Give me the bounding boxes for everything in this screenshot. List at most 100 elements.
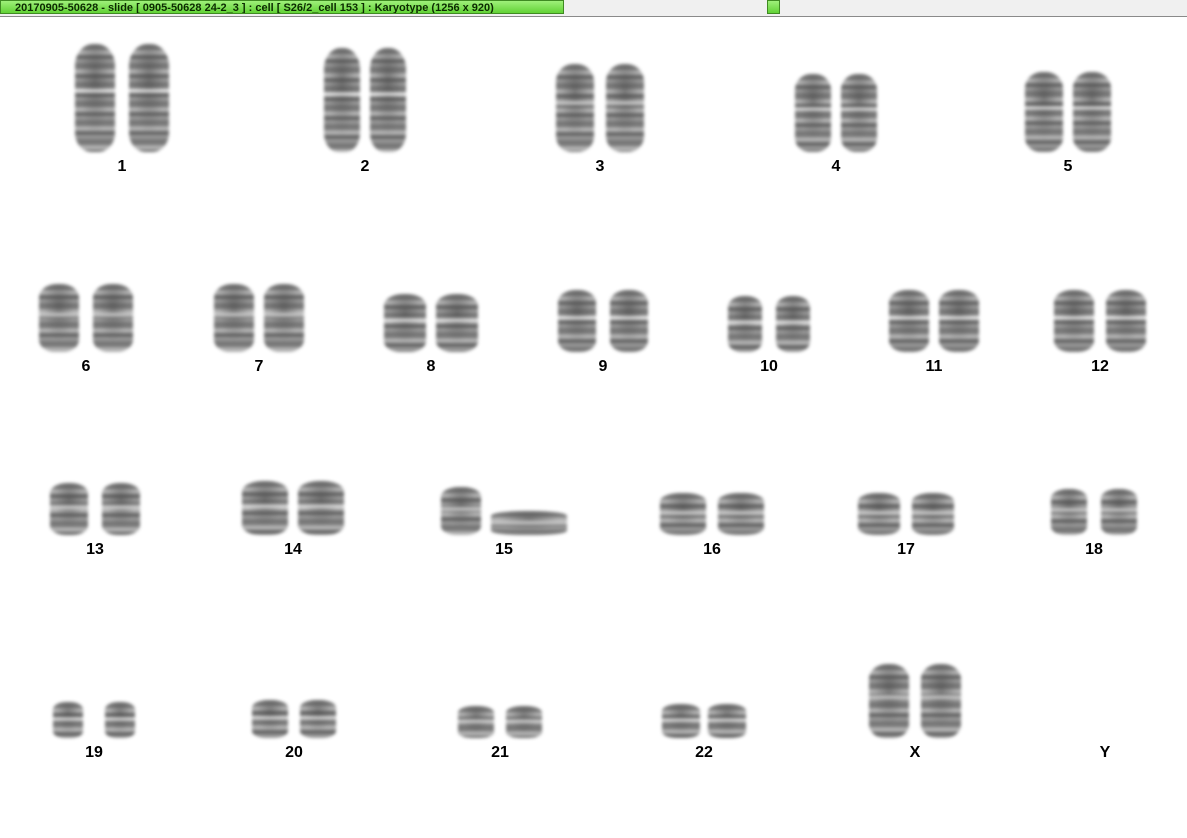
chromosome-image-13-2[interactable] bbox=[100, 483, 142, 535]
chromosome-pair bbox=[689, 294, 849, 352]
chromosome-image-12-1[interactable] bbox=[1052, 290, 1096, 352]
chromosome-image-18-2[interactable] bbox=[1099, 489, 1139, 535]
chromosome-label: 12 bbox=[1091, 358, 1109, 375]
chromosome-slot-x[interactable]: X bbox=[835, 662, 995, 770]
chromosome-image-21-1[interactable] bbox=[456, 706, 496, 738]
chromosome-image-16-2[interactable] bbox=[716, 493, 766, 535]
chromosome-image-5-1[interactable] bbox=[1023, 72, 1065, 152]
chromosome-slot-19[interactable]: 19 bbox=[14, 700, 174, 770]
chromosome-image-18-1[interactable] bbox=[1049, 489, 1089, 535]
chromosome-slot-22[interactable]: 22 bbox=[624, 702, 784, 770]
chromosome-image-22-2[interactable] bbox=[706, 704, 748, 738]
chromosome-slot-21[interactable]: 21 bbox=[420, 704, 580, 770]
chromosome-image-17-2[interactable] bbox=[910, 493, 956, 535]
chromosome-label: 2 bbox=[360, 158, 370, 175]
chromosome-slot-17[interactable]: 17 bbox=[826, 491, 986, 567]
chromosome-image-3-1[interactable] bbox=[554, 64, 596, 152]
chromosome-label: 4 bbox=[831, 158, 841, 175]
chromosome-image-7-2[interactable] bbox=[262, 284, 306, 352]
chromosome-label: 13 bbox=[86, 541, 104, 558]
chromosome-pair bbox=[420, 704, 580, 738]
chromosome-image-14-1[interactable] bbox=[240, 481, 290, 535]
chromosome-image-14-2[interactable] bbox=[296, 481, 346, 535]
chromosome-pair bbox=[285, 46, 445, 152]
chromosome-pair bbox=[424, 485, 584, 535]
chromosome-pair bbox=[520, 62, 680, 152]
chromosome-label: 20 bbox=[285, 744, 303, 761]
chromosome-image-20-1[interactable] bbox=[250, 700, 290, 738]
chromosome-slot-13[interactable]: 13 bbox=[15, 481, 175, 567]
chromosome-image-20-2[interactable] bbox=[298, 700, 338, 738]
chromosome-image-x-1[interactable] bbox=[867, 664, 911, 738]
chromosome-image-22-1[interactable] bbox=[660, 704, 702, 738]
chromosome-image-10-2[interactable] bbox=[774, 296, 812, 352]
chromosome-image-11-2[interactable] bbox=[937, 290, 981, 352]
chromosome-label: 10 bbox=[760, 358, 778, 375]
chromosome-slot-12[interactable]: 12 bbox=[1020, 288, 1180, 384]
chromosome-image-11-1[interactable] bbox=[887, 290, 931, 352]
chromosome-image-x-2[interactable] bbox=[919, 664, 963, 738]
chromosome-pair bbox=[624, 702, 784, 738]
chromosome-image-16-1[interactable] bbox=[658, 493, 708, 535]
chromosome-image-9-2[interactable] bbox=[608, 290, 650, 352]
chromosome-label: 8 bbox=[426, 358, 436, 375]
chromosome-image-8-2[interactable] bbox=[434, 294, 480, 352]
chromosome-image-8-1[interactable] bbox=[382, 294, 428, 352]
chromosome-slot-5[interactable]: 5 bbox=[988, 70, 1148, 184]
chromosome-image-19-2[interactable] bbox=[103, 702, 137, 738]
chromosome-image-13-1[interactable] bbox=[48, 483, 90, 535]
chromosome-slot-15[interactable]: 15 bbox=[424, 485, 584, 567]
chromosome-pair bbox=[1020, 288, 1180, 352]
chromosome-pair bbox=[214, 698, 374, 738]
chromosome-slot-16[interactable]: 16 bbox=[632, 491, 792, 567]
chromosome-slot-8[interactable]: 8 bbox=[351, 292, 511, 384]
chromosome-label: 7 bbox=[254, 358, 264, 375]
chromosome-image-10-1[interactable] bbox=[726, 296, 764, 352]
chromosome-pair bbox=[826, 491, 986, 535]
chromosome-image-12-2[interactable] bbox=[1104, 290, 1148, 352]
chromosome-slot-3[interactable]: 3 bbox=[520, 62, 680, 184]
scroll-thumb[interactable] bbox=[767, 0, 780, 14]
chromosome-image-9-1[interactable] bbox=[556, 290, 598, 352]
chromosome-slot-4[interactable]: 4 bbox=[756, 72, 916, 184]
chromosome-image-15-2[interactable] bbox=[489, 511, 569, 535]
chromosome-image-1-2[interactable] bbox=[127, 44, 171, 152]
chromosome-slot-14[interactable]: 14 bbox=[213, 479, 373, 567]
chromosome-pair bbox=[1014, 487, 1174, 535]
chromosome-slot-6[interactable]: 6 bbox=[6, 282, 166, 384]
chromosome-slot-18[interactable]: 18 bbox=[1014, 487, 1174, 567]
chromosome-image-7-1[interactable] bbox=[212, 284, 256, 352]
chromosome-pair bbox=[756, 72, 916, 152]
chromosome-image-15-1[interactable] bbox=[439, 487, 483, 535]
chromosome-image-17-1[interactable] bbox=[856, 493, 902, 535]
chromosome-image-6-1[interactable] bbox=[37, 284, 81, 352]
chromosome-slot-2[interactable]: 2 bbox=[285, 46, 445, 184]
chromosome-slot-9[interactable]: 9 bbox=[523, 288, 683, 384]
chromosome-slot-7[interactable]: 7 bbox=[179, 282, 339, 384]
chromosome-slot-11[interactable]: 11 bbox=[854, 288, 1014, 384]
chromosome-slot-y[interactable]: Y bbox=[1025, 676, 1185, 770]
karyogram-panel: 1 2 3 4 5 6 7 8 9 10 11 12 13 14 15 16 17 18 19 20 21 22 X Y bbox=[0, 17, 1187, 838]
chromosome-label: 18 bbox=[1085, 541, 1103, 558]
chromosome-image-4-1[interactable] bbox=[793, 74, 833, 152]
chromosome-image-6-2[interactable] bbox=[91, 284, 135, 352]
chromosome-label: Y bbox=[1099, 744, 1111, 761]
chromosome-slot-20[interactable]: 20 bbox=[214, 698, 374, 770]
chromosome-image-19-1[interactable] bbox=[51, 702, 85, 738]
chromosome-image-21-2[interactable] bbox=[504, 706, 544, 738]
chromosome-label: 5 bbox=[1063, 158, 1073, 175]
chromosome-label: 11 bbox=[925, 358, 943, 375]
chromosome-image-2-1[interactable] bbox=[322, 48, 362, 152]
chromosome-slot-1[interactable]: 1 bbox=[42, 42, 202, 184]
chromosome-image-1-1[interactable] bbox=[73, 44, 117, 152]
chromosome-slot-10[interactable]: 10 bbox=[689, 294, 849, 384]
chromosome-image-3-2[interactable] bbox=[604, 64, 646, 152]
chromosome-label: 14 bbox=[284, 541, 302, 558]
chromosome-image-2-2[interactable] bbox=[368, 48, 408, 152]
chromosome-label: 6 bbox=[81, 358, 91, 375]
chromosome-pair bbox=[988, 70, 1148, 152]
chromosome-image-4-2[interactable] bbox=[839, 74, 879, 152]
chromosome-label: 16 bbox=[703, 541, 721, 558]
chromosome-image-5-2[interactable] bbox=[1071, 72, 1113, 152]
chromosome-pair bbox=[351, 292, 511, 352]
